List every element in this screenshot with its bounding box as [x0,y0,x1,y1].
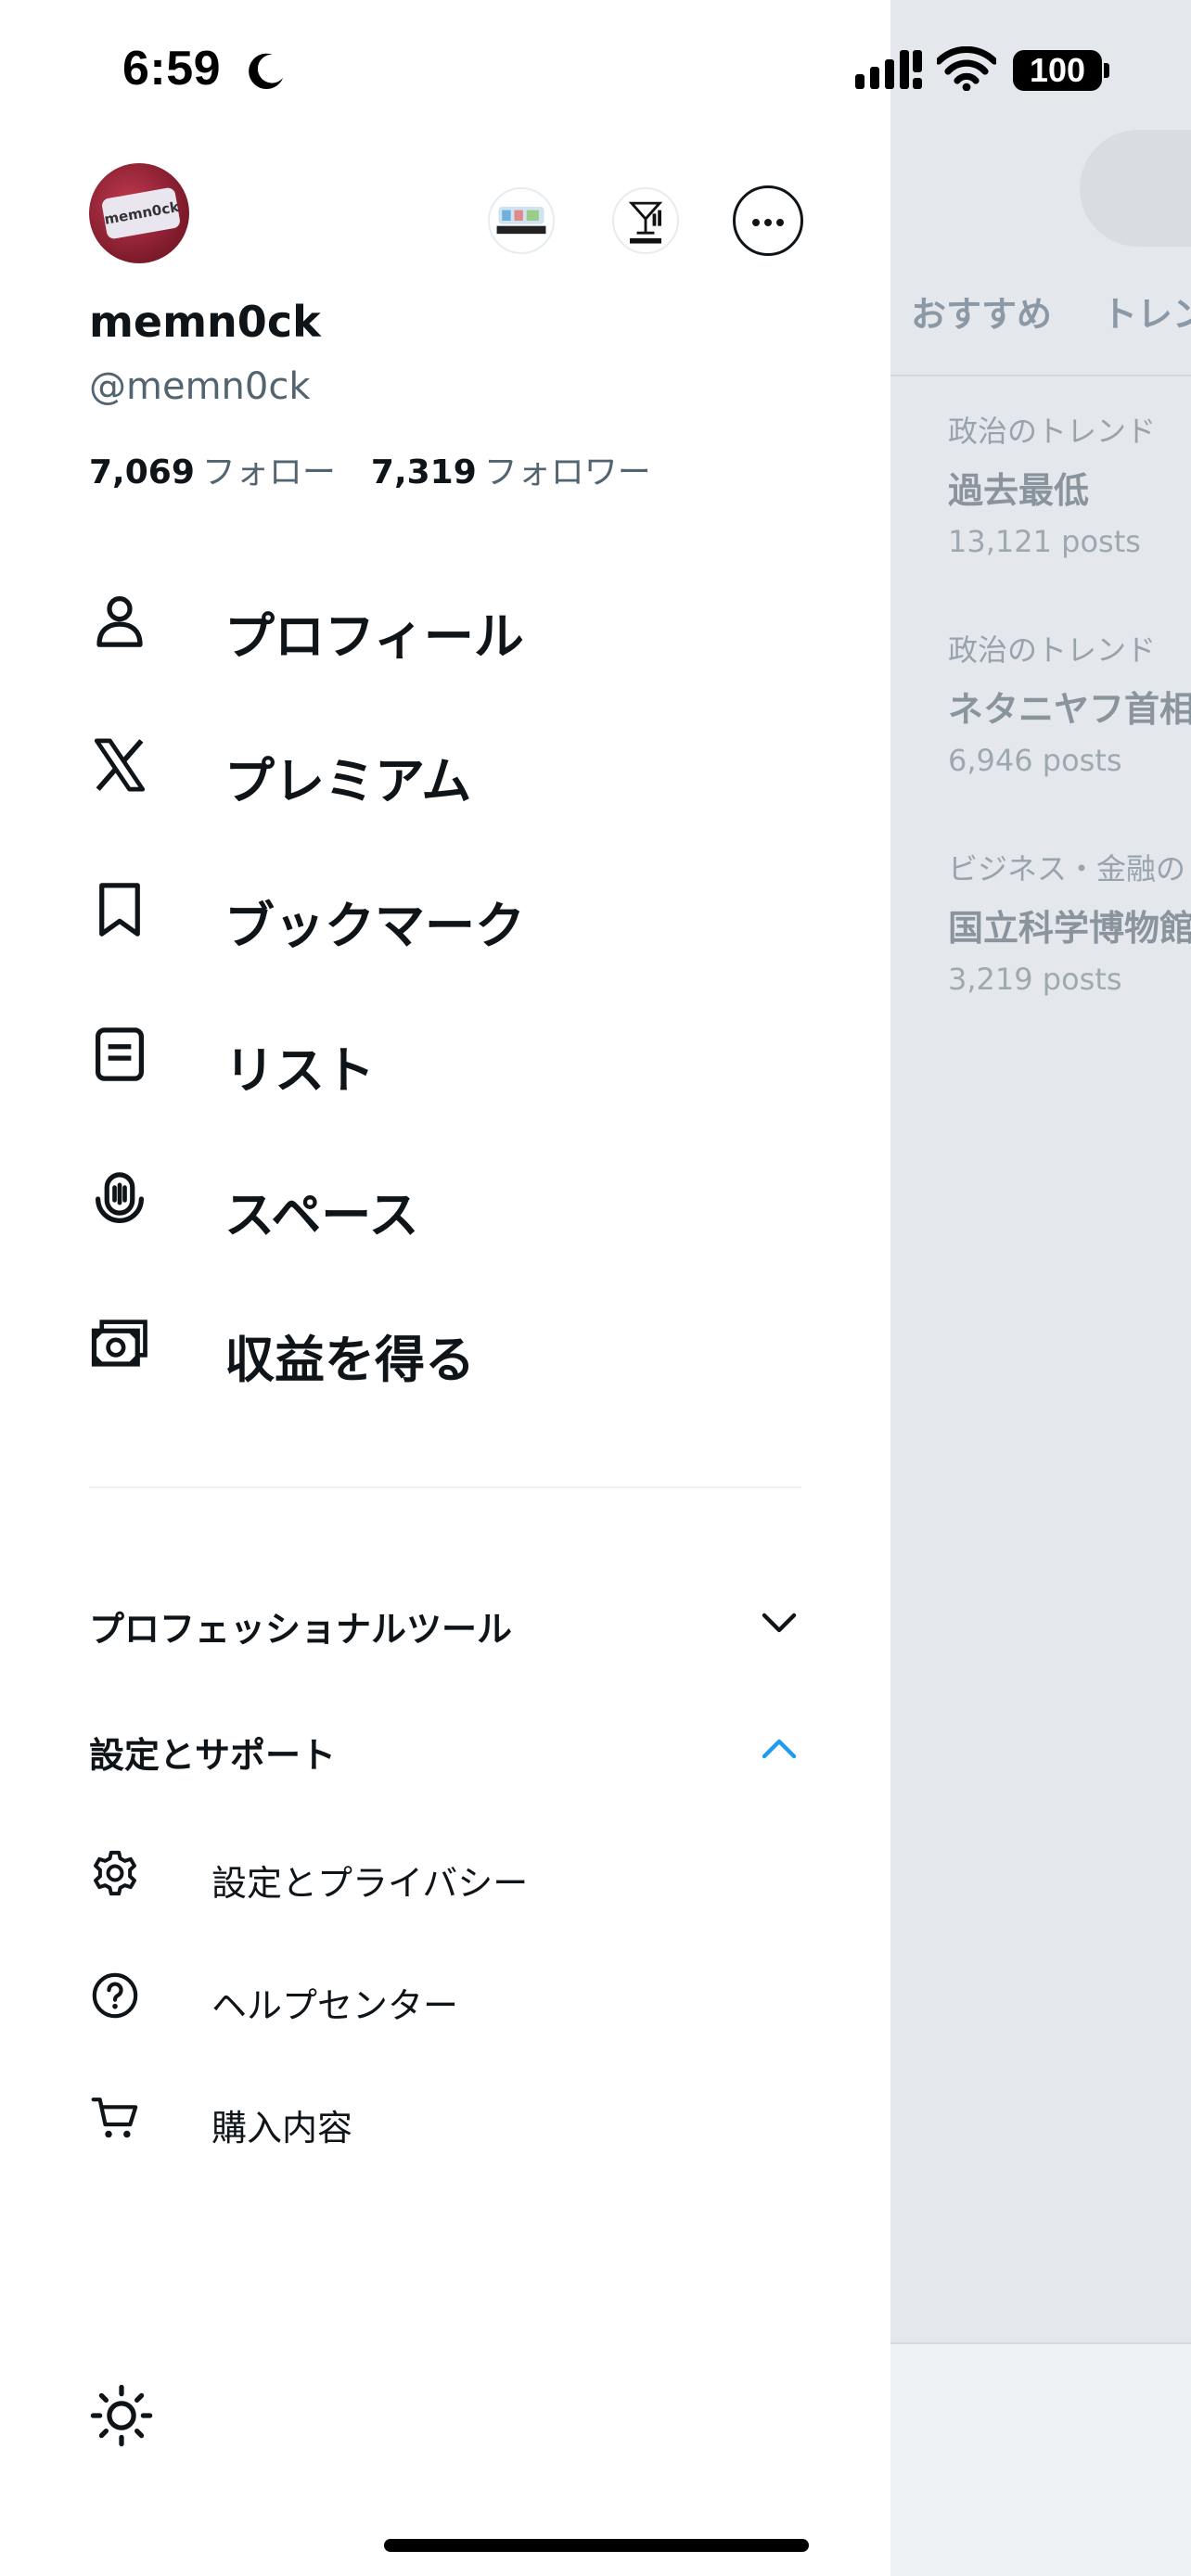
tabs-divider [890,375,1191,376]
ellipsis-dot [776,219,784,226]
trend-name: 過去最低 [948,470,1090,511]
section-label: 設定とサポート [89,1735,337,1776]
spaces-icon [96,1172,144,1223]
followers-label: フォロワー [483,453,651,491]
tab-recommended[interactable]: おすすめ [911,294,1052,335]
trend-post-count: 13,121 posts [948,524,1141,559]
trend-item[interactable]: 政治のトレンド 過去最低 13,121 posts [948,408,1156,559]
menu-label: プレミアム [224,752,472,810]
sub-item-label: 購入内容 [211,2108,353,2149]
menu-label: リスト [224,1041,375,1100]
trend-category: 政治のトレンド [948,632,1157,668]
settings-support-toggle[interactable]: 設定とサポート [89,1712,801,1786]
search-bar[interactable] [1080,130,1191,247]
tab-trending[interactable]: トレン [1102,294,1191,335]
money-icon [91,1320,147,1367]
battery-tip [1104,63,1109,78]
trend-name: 国立科学博物館 [948,908,1191,949]
bottom-tab-bar [890,2342,1191,2576]
trend-item[interactable]: 政治のトレンド ネタニヤフ首相 6,946 posts [948,627,1191,778]
menu-divider [89,1486,801,1488]
menu-item-monetization[interactable]: 収益を得る [89,1296,813,1389]
settings-privacy-item[interactable]: 設定とプライバシー [89,1836,738,1910]
trend-post-count: 6,946 posts [948,743,1122,778]
ellipsis-dot [764,219,772,226]
account-logo-image [628,201,663,244]
section-label: プロフェッショナルツール [89,1609,513,1650]
ellipsis-dot [752,219,760,226]
followers-link[interactable]: 7,319 フォロワー [371,453,651,491]
menu-label: 収益を得る [224,1331,475,1389]
help-icon [92,1972,138,2019]
menu-item-profile[interactable]: プロフィール [89,573,813,666]
moon-icon [249,53,284,90]
following-count: 7,069 [89,453,195,491]
sub-item-label: 設定とプライバシー [211,1863,529,1904]
list-icon [96,1027,144,1081]
menu-item-bookmarks[interactable]: ブックマーク [89,862,813,955]
chevron-up-icon [762,1739,797,1759]
x-logo-icon [94,738,146,792]
trend-item[interactable]: ビジネス・金融の 国立科学博物館 3,219 posts [948,846,1191,997]
user-handle: @memn0ck [89,365,311,408]
gear-icon [94,1850,136,1896]
trend-name: ネタニヤフ首相 [948,689,1191,730]
wifi-icon [937,46,996,91]
follow-stats: 7,069 フォロー 7,319 フォロワー [89,445,651,493]
display-name[interactable]: memn0ck [89,297,321,347]
menu-label: スペース [224,1186,419,1244]
cart-icon [91,2098,138,2138]
trend-post-count: 3,219 posts [948,962,1122,997]
avatar-image: memn0ck [100,186,182,240]
sub-item-label: ヘルプセンター [211,1985,459,2026]
avatar[interactable]: memn0ck [89,163,189,263]
switch-account-avatar[interactable] [488,187,555,254]
person-icon [96,596,143,647]
menu-item-spaces[interactable]: スペース [89,1152,813,1244]
menu-item-premium[interactable]: プレミアム [89,718,813,810]
cellular-signal-icon [855,50,922,89]
trend-category: ビジネス・金融の [948,851,1186,886]
menu-label: プロフィール [224,607,524,666]
more-options-button[interactable] [733,185,803,256]
home-indicator[interactable] [384,2539,809,2552]
menu-label: ブックマーク [224,897,525,955]
professional-tools-toggle[interactable]: プロフェッショナルツール [89,1586,801,1660]
following-link[interactable]: 7,069 フォロー [89,453,336,491]
sun-icon[interactable] [89,2383,154,2448]
timeline-tabs: おすすめ トレン [911,286,1191,337]
switch-account-avatar[interactable] [612,187,679,254]
side-drawer: 6:59 100 memn0ck memn0ck @memn0ck 7,069 … [0,0,1109,2576]
account-logo-image [496,206,546,235]
menu-item-lists[interactable]: リスト [89,1007,813,1100]
trend-category: 政治のトレンド [948,414,1157,449]
purchases-item[interactable]: 購入内容 [89,2081,738,2155]
battery-icon: 100 [1013,50,1102,91]
chevron-down-icon [762,1613,797,1633]
following-label: フォロー [201,453,336,491]
followers-count: 7,319 [370,453,477,491]
bookmark-icon [99,883,140,937]
status-time: 6:59 [122,42,222,96]
help-center-item[interactable]: ヘルプセンター [89,1958,738,2033]
home-timeline-backdrop[interactable]: おすすめ トレン 政治のトレンド 過去最低 13,121 posts 政治のトレン… [890,0,1191,2576]
